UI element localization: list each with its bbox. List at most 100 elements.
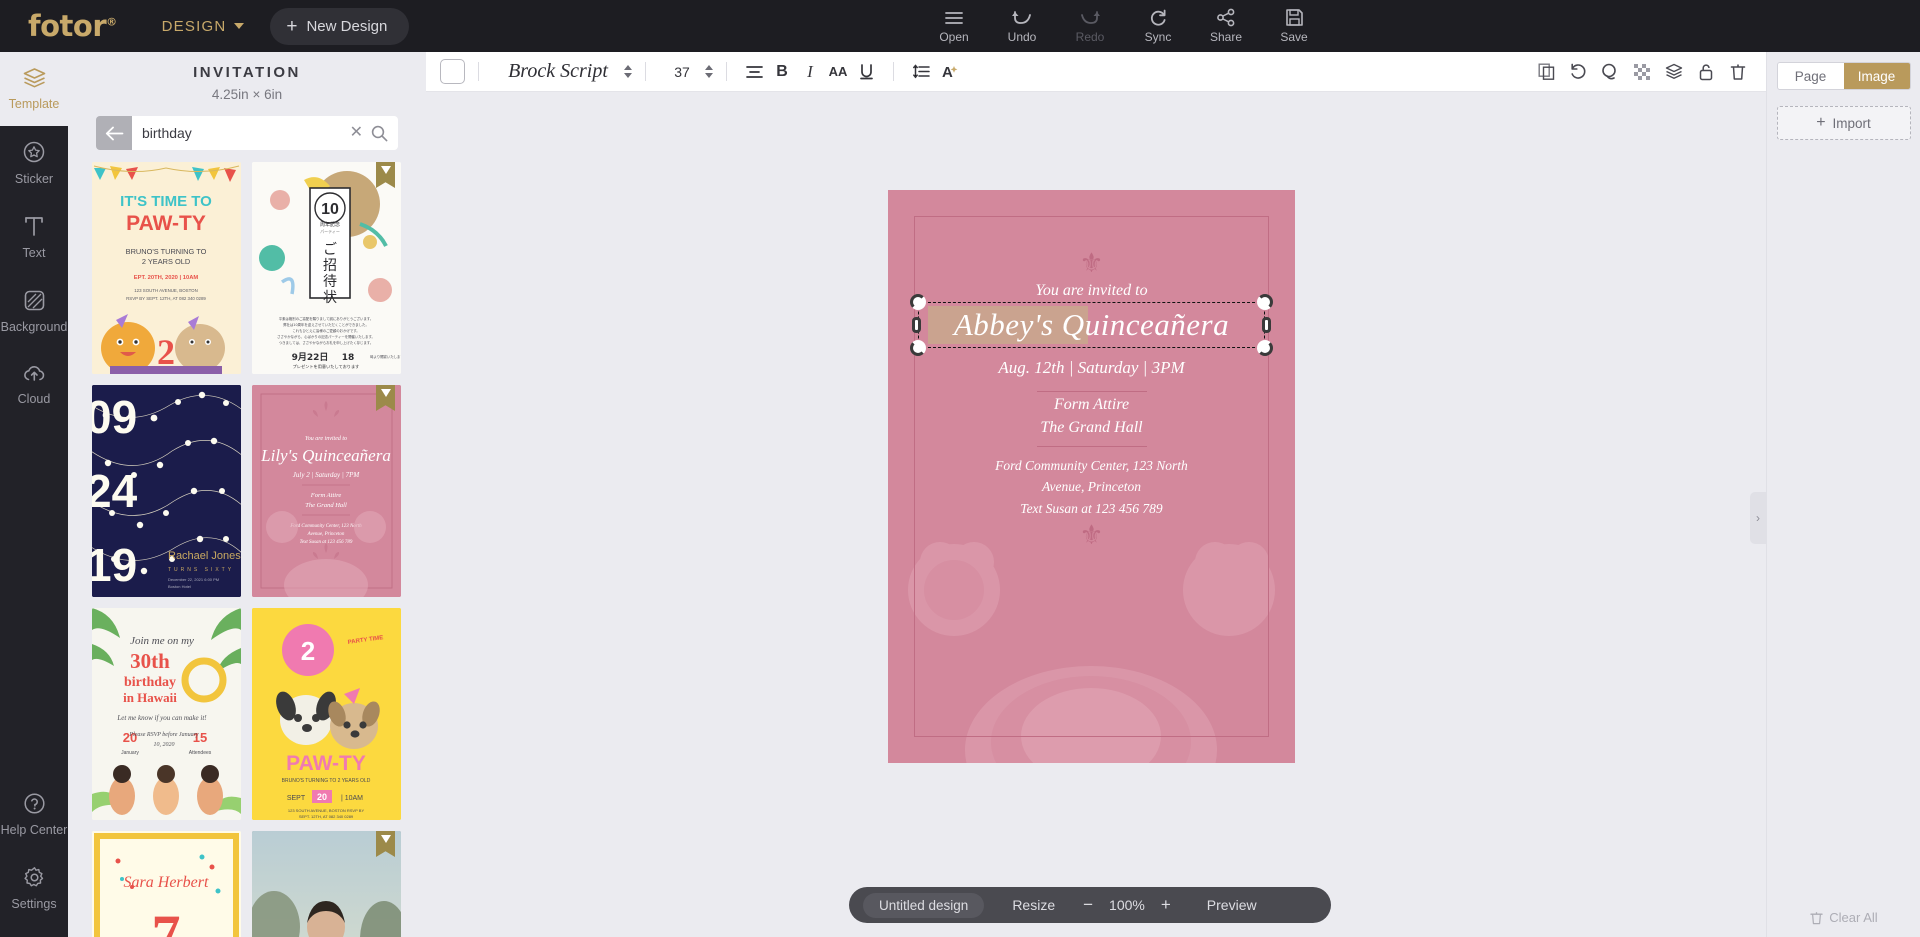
svg-text:プレゼントを用意いたしております: プレゼントを用意いたしております bbox=[293, 363, 360, 370]
font-family-select[interactable]: Brock Script bbox=[492, 60, 624, 83]
layers-button[interactable] bbox=[1660, 58, 1688, 86]
trash-icon bbox=[1730, 64, 1746, 80]
search-field: ✕ bbox=[132, 116, 398, 150]
search-icon[interactable] bbox=[371, 125, 388, 142]
reset-button[interactable] bbox=[1564, 58, 1592, 86]
share-button[interactable]: Share bbox=[1192, 8, 1260, 44]
undo-label: Undo bbox=[1007, 29, 1037, 44]
new-design-button[interactable]: + New Design bbox=[270, 7, 410, 45]
card-attire-line-1[interactable]: Form Attire bbox=[888, 396, 1295, 414]
svg-text:19: 19 bbox=[92, 539, 137, 591]
crop-button[interactable] bbox=[1596, 58, 1624, 86]
sidebar-item-cloud[interactable]: Cloud bbox=[0, 348, 68, 422]
save-icon bbox=[1285, 8, 1304, 27]
font-size-input[interactable]: 37 bbox=[659, 64, 705, 80]
checker-icon bbox=[1634, 63, 1650, 80]
lock-button[interactable] bbox=[1692, 58, 1720, 86]
template-thumbnail[interactable]: 10 周年記念 パーティー ご 招 待 状 平素は格別のご高配を賜りまして誠にあ… bbox=[252, 162, 401, 374]
resize-button[interactable]: Resize bbox=[1012, 897, 1055, 913]
case-button[interactable]: AA bbox=[824, 58, 852, 86]
tab-image[interactable]: Image bbox=[1843, 63, 1910, 89]
undo-icon bbox=[1011, 9, 1033, 27]
bold-button[interactable]: B bbox=[768, 58, 796, 86]
magnifier-icon bbox=[1602, 63, 1616, 79]
zoom-in-button[interactable]: + bbox=[1161, 895, 1171, 915]
canvas-area[interactable]: ⚜ You are invited to Abbey's Quinceañera… bbox=[426, 92, 1766, 937]
svg-text:平素は格別のご高配を賜りまして誠にありがとうございます。: 平素は格別のご高配を賜りまして誠にありがとうございます。 bbox=[279, 316, 374, 321]
top-bar: fotor® DESIGN + New Design Open Undo Red… bbox=[0, 0, 1920, 52]
svg-text:10, 2020: 10, 2020 bbox=[154, 742, 175, 748]
open-button[interactable]: Open bbox=[920, 9, 988, 44]
card-title-selection[interactable]: Abbey's Quinceañera bbox=[910, 294, 1273, 356]
chevron-down-icon bbox=[705, 73, 713, 78]
template-thumbnail[interactable]: please join us to celebrate MIKE HERBERT… bbox=[252, 831, 401, 937]
sidebar-item-settings[interactable]: Settings bbox=[0, 851, 68, 925]
undo-button[interactable]: Undo bbox=[988, 9, 1056, 44]
svg-text:The Grand Hall: The Grand Hall bbox=[305, 502, 347, 509]
template-thumbnail[interactable]: 09 24 19 Rachael Jones TURNS SIXTY Decembe… bbox=[92, 385, 241, 597]
star-circle-icon bbox=[22, 140, 46, 167]
text-color-swatch[interactable] bbox=[440, 59, 465, 84]
align-button[interactable] bbox=[740, 58, 768, 86]
save-button[interactable]: Save bbox=[1260, 8, 1328, 44]
svg-text:EPT. 20TH, 2020 | 10AM: EPT. 20TH, 2020 | 10AM bbox=[134, 275, 199, 281]
template-thumbnail[interactable]: Join me on my 30th birthday in Hawaii Le… bbox=[92, 608, 241, 820]
search-input[interactable] bbox=[142, 125, 342, 141]
text-effects-button[interactable]: A bbox=[935, 58, 963, 86]
chevron-down-icon bbox=[234, 23, 245, 29]
back-button[interactable] bbox=[96, 116, 132, 150]
preview-button[interactable]: Preview bbox=[1207, 897, 1257, 913]
invitation-card[interactable]: ⚜ You are invited to Abbey's Quinceañera… bbox=[888, 190, 1295, 763]
svg-text:これもひとえに皆様のご愛顧のおかげです。: これもひとえに皆様のご愛顧のおかげです。 bbox=[292, 328, 359, 333]
zoom-level-label: 100% bbox=[1109, 897, 1145, 913]
card-invited-line[interactable]: You are invited to bbox=[888, 282, 1295, 300]
resize-handle-top-left[interactable] bbox=[910, 294, 926, 310]
resize-handle-bottom-left[interactable] bbox=[910, 340, 926, 356]
question-circle-icon bbox=[23, 792, 46, 818]
svg-text:Attendees: Attendees bbox=[189, 750, 212, 756]
sidebar-item-template[interactable]: Template bbox=[0, 52, 68, 126]
transparency-button[interactable] bbox=[1628, 58, 1656, 86]
font-family-stepper[interactable] bbox=[624, 65, 632, 78]
hatch-square-icon bbox=[23, 289, 46, 315]
underline-button[interactable] bbox=[852, 58, 880, 86]
clear-search-icon[interactable]: ✕ bbox=[350, 125, 363, 141]
tab-page[interactable]: Page bbox=[1777, 63, 1844, 89]
design-menu[interactable]: DESIGN bbox=[162, 18, 245, 35]
line-spacing-button[interactable] bbox=[907, 58, 935, 86]
app-logo[interactable]: fotor® bbox=[28, 9, 117, 43]
card-date-line[interactable]: Aug. 12th | Saturday | 3PM bbox=[888, 358, 1295, 378]
card-address-block[interactable]: Ford Community Center, 123 North Avenue,… bbox=[888, 455, 1295, 519]
sidebar-item-sticker[interactable]: Sticker bbox=[0, 126, 68, 200]
resize-handle-top-right[interactable] bbox=[1257, 294, 1273, 310]
svg-text:Form Attire: Form Attire bbox=[310, 492, 342, 499]
svg-text:30th: 30th bbox=[130, 649, 170, 673]
template-thumbnail[interactable]: You are invited to Lily's Quinceañera Ju… bbox=[252, 385, 401, 597]
font-size-stepper[interactable] bbox=[705, 65, 713, 78]
italic-button[interactable]: I bbox=[796, 58, 824, 86]
resize-handle-bottom-right[interactable] bbox=[1257, 340, 1273, 356]
zoom-out-button[interactable]: − bbox=[1083, 895, 1093, 915]
template-thumbnail[interactable]: IT'S TIME TO PAW-TY BRUNO'S TURNING TO 2… bbox=[92, 162, 241, 374]
template-thumbnail[interactable]: 2 PARTY TIME PAW-TY BRUNO'S TURNING TO 2… bbox=[252, 608, 401, 820]
design-name-field[interactable]: Untitled design bbox=[863, 892, 985, 918]
redo-button[interactable]: Redo bbox=[1056, 9, 1124, 44]
delete-button[interactable] bbox=[1724, 58, 1752, 86]
template-thumbnail[interactable]: Sara Herbert 7 th birthday JOIN US FOR T… bbox=[92, 831, 241, 937]
cloud-upload-icon bbox=[22, 364, 47, 387]
import-button[interactable]: + Import bbox=[1776, 106, 1911, 140]
resize-handle-right[interactable] bbox=[1262, 317, 1271, 333]
card-attire-line-2[interactable]: The Grand Hall bbox=[888, 419, 1295, 437]
panel-expand-handle[interactable]: › bbox=[1750, 492, 1766, 544]
sync-button[interactable]: Sync bbox=[1124, 8, 1192, 44]
sidebar-item-background[interactable]: Background bbox=[0, 274, 68, 348]
clear-all-button[interactable]: Clear All bbox=[1767, 910, 1920, 925]
chevron-down-icon bbox=[624, 73, 632, 78]
sidebar-item-text[interactable]: Text bbox=[0, 200, 68, 274]
sidebar-item-help-center[interactable]: Help Center bbox=[0, 777, 68, 851]
svg-text:SEPT: SEPT bbox=[287, 795, 306, 802]
resize-handle-left[interactable] bbox=[912, 317, 921, 333]
duplicate-button[interactable] bbox=[1532, 58, 1560, 86]
svg-text:You are invited to: You are invited to bbox=[305, 436, 347, 442]
underline-icon bbox=[859, 63, 873, 79]
